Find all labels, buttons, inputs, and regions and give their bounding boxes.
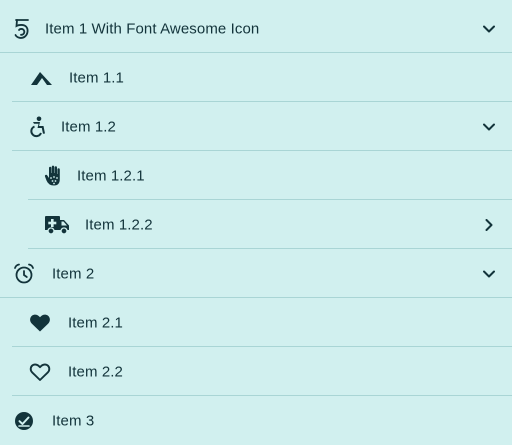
tree-menu: Item 1 With Font Awesome Icon Item 1.1 I…: [0, 0, 512, 440]
heart-solid-icon: [27, 310, 53, 336]
menu-item-label: Item 1.2.2: [85, 216, 153, 233]
chevron-right-icon[interactable]: [482, 218, 496, 232]
menu-item-label: Item 2.1: [68, 314, 123, 331]
menu-item-1[interactable]: Item 1 With Font Awesome Icon: [0, 4, 512, 53]
menu-item-1-2-1[interactable]: Item 1.2.1: [0, 151, 512, 200]
menu-item-label: Item 1 With Font Awesome Icon: [45, 20, 260, 37]
chevron-down-icon[interactable]: [482, 120, 496, 134]
menu-item-label: Item 3: [52, 412, 95, 429]
fingerprint-5-icon: [9, 16, 35, 42]
menu-item-3[interactable]: Item 3: [0, 396, 512, 445]
pyramid-mountain-icon: [28, 65, 54, 91]
menu-item-label: Item 1.1: [69, 69, 124, 86]
circle-check-icon: [11, 408, 37, 434]
accessible-wheelchair-icon: [25, 114, 51, 140]
menu-item-1-2[interactable]: Item 1.2: [0, 102, 512, 151]
menu-item-label: Item 1.2: [61, 118, 116, 135]
menu-item-1-1[interactable]: Item 1.1: [0, 53, 512, 102]
menu-item-2[interactable]: Item 2: [0, 249, 512, 298]
chevron-down-icon[interactable]: [482, 22, 496, 36]
alarm-clock-icon: [11, 261, 37, 287]
menu-item-label: Item 2.2: [68, 363, 123, 380]
menu-item-label: Item 2: [52, 265, 95, 282]
chevron-down-icon[interactable]: [482, 267, 496, 281]
heart-outline-icon: [27, 359, 53, 385]
menu-item-2-2[interactable]: Item 2.2: [0, 347, 512, 396]
menu-item-2-1[interactable]: Item 2.1: [0, 298, 512, 347]
menu-item-label: Item 1.2.1: [77, 167, 145, 184]
menu-item-1-2-2[interactable]: Item 1.2.2: [0, 200, 512, 249]
ambulance-icon: [43, 212, 71, 238]
hand-dots-icon: [41, 163, 67, 189]
